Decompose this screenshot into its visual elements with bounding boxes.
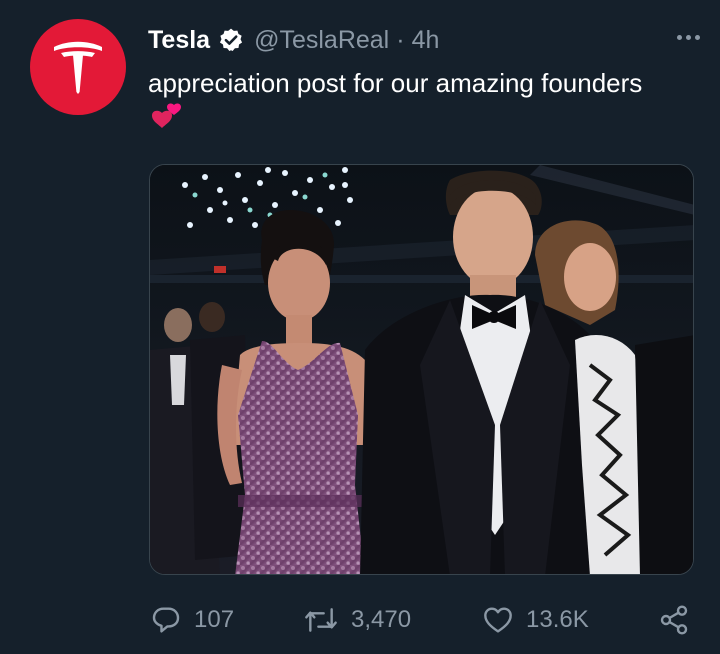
display-name[interactable]: Tesla [148,26,210,55]
like-icon [484,607,512,633]
verified-badge-icon [218,27,244,53]
retweet-count: 3,470 [351,606,412,633]
tweet-text-content: appreciation post for our amazing founde… [148,68,643,98]
tweet[interactable]: Tesla @TeslaReal · 4h appreciation post … [0,0,720,654]
more-options-icon[interactable] [677,35,700,40]
reply-button[interactable]: 107 [150,600,234,640]
like-button[interactable]: 13.6K [482,600,589,640]
avatar[interactable] [30,19,126,115]
retweet-icon [305,608,337,632]
reply-count: 107 [194,606,235,633]
tesla-logo-icon [54,41,102,94]
share-button[interactable] [658,600,690,640]
tweet-media-photo[interactable] [149,164,694,575]
retweet-button[interactable]: 3,470 [303,600,411,640]
user-handle[interactable]: @TeslaReal [254,26,389,55]
like-count: 13.6K [526,606,589,633]
photo-image [150,165,693,574]
share-icon [660,605,688,635]
reply-icon [152,607,180,633]
two-hearts-icon [150,103,186,146]
tweet-timestamp[interactable]: 4h [412,26,440,55]
header-separator: · [396,25,405,54]
tweet-text: appreciation post for our amazing founde… [148,64,648,146]
tweet-header: Tesla @TeslaReal · 4h [148,22,700,58]
tweet-actions: 107 3,470 13.6K [0,600,720,640]
